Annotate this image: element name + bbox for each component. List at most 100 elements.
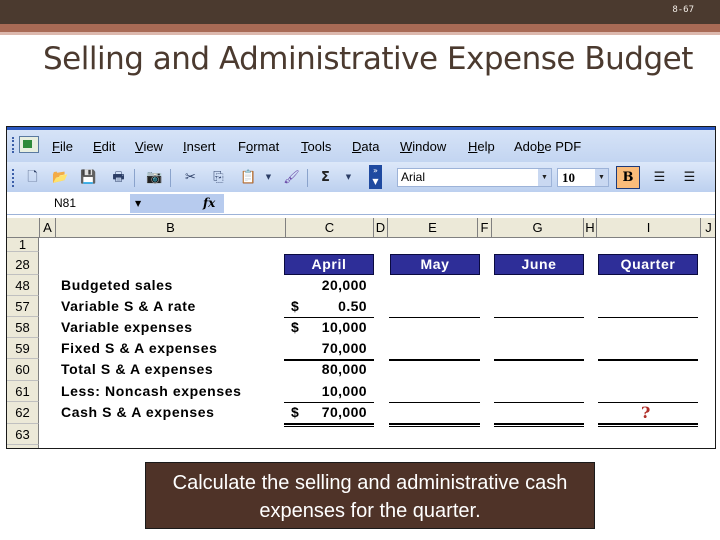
- autosum-icon[interactable]: Σ: [317, 169, 334, 186]
- line-item-label[interactable]: Total S & A expenses: [61, 361, 213, 377]
- align-center-icon[interactable]: ☰: [681, 169, 698, 186]
- underline: [494, 317, 584, 318]
- menu-file[interactable]: File: [52, 139, 73, 154]
- row-header-60[interactable]: 60: [7, 359, 39, 381]
- font-size-value: 10: [562, 170, 575, 185]
- april-value[interactable]: 70,000: [297, 340, 367, 356]
- column-header-a[interactable]: A: [40, 218, 56, 238]
- toolbar-options-chevron-icon[interactable]: » ▼: [369, 165, 382, 189]
- line-item-label[interactable]: Cash S & A expenses: [61, 404, 215, 420]
- menu-label-part: nsert: [186, 139, 216, 154]
- menu-label-part: F: [238, 139, 246, 154]
- cut-icon[interactable]: ✂: [182, 169, 199, 186]
- menu-tools[interactable]: Tools: [301, 139, 331, 154]
- line-item-label[interactable]: Budgeted sales: [61, 277, 173, 293]
- chevron-down-icon[interactable]: ▼: [595, 169, 608, 186]
- menu-bar: File Edit View Insert Format Tools Data Window H…: [7, 127, 715, 162]
- menu-window[interactable]: Window: [400, 139, 446, 154]
- menu-label-part: ools: [307, 139, 332, 154]
- fx-icon[interactable]: fx: [203, 194, 215, 213]
- header-band: [0, 0, 720, 24]
- column-header-c[interactable]: C: [286, 218, 374, 238]
- menu-adobe-pdf[interactable]: Adobe PDF: [514, 139, 581, 154]
- april-value[interactable]: 0.50: [297, 298, 367, 314]
- line-item-label[interactable]: Less: Noncash expenses: [61, 383, 242, 399]
- double-underline: [494, 423, 584, 427]
- select-all-corner[interactable]: [7, 218, 40, 238]
- menu-accelerator: D: [352, 139, 362, 154]
- chevron-down-icon[interactable]: ▼: [538, 169, 551, 186]
- font-size-select[interactable]: 10 ▼: [557, 168, 609, 187]
- format-painter-icon[interactable]: 🖌: [283, 169, 300, 186]
- row-header-1[interactable]: 1: [7, 238, 39, 252]
- font-name-value: Arial: [401, 170, 426, 184]
- row-header-48[interactable]: 48: [7, 275, 39, 296]
- menu-data[interactable]: Data: [352, 139, 379, 154]
- underline: [598, 317, 698, 318]
- april-value[interactable]: 70,000: [297, 404, 367, 420]
- april-value[interactable]: 10,000: [297, 319, 367, 335]
- month-header-may: May: [390, 254, 480, 275]
- menu-edit[interactable]: Edit: [93, 139, 115, 154]
- underline: [494, 402, 584, 403]
- camera-icon[interactable]: 📷: [146, 169, 163, 186]
- column-header-h[interactable]: H: [584, 218, 597, 238]
- name-box[interactable]: N81: [10, 194, 130, 213]
- line-item-label[interactable]: Fixed S & A expenses: [61, 340, 217, 356]
- line-item-label[interactable]: Variable expenses: [61, 319, 193, 335]
- excel-window: File Edit View Insert Format Tools Data Window H…: [6, 126, 716, 449]
- menu-format[interactable]: Format: [238, 139, 279, 154]
- column-header-f[interactable]: F: [478, 218, 492, 238]
- print-icon[interactable]: 🖶: [110, 169, 127, 186]
- row-header-59[interactable]: 59: [7, 338, 39, 359]
- paste-dropdown-icon[interactable]: ▼: [260, 169, 277, 186]
- paste-icon[interactable]: 📋: [240, 169, 257, 186]
- slide-number: 8-67: [672, 5, 694, 15]
- menu-label-part: Ado: [514, 139, 538, 154]
- menu-view[interactable]: View: [135, 139, 163, 154]
- column-header-b[interactable]: B: [56, 218, 286, 238]
- row-header-62[interactable]: 62: [7, 402, 39, 424]
- column-header-g[interactable]: G: [492, 218, 584, 238]
- april-value[interactable]: 20,000: [297, 277, 367, 293]
- font-name-select[interactable]: Arial ▼: [397, 168, 552, 187]
- copy-icon[interactable]: ⎘: [210, 169, 227, 186]
- excel-app-icon[interactable]: [19, 136, 39, 153]
- row-header-28[interactable]: 28: [7, 254, 39, 275]
- accent-band: [0, 24, 720, 32]
- menu-insert[interactable]: Insert: [183, 139, 216, 154]
- save-icon[interactable]: 💾: [80, 169, 97, 186]
- double-underline: [389, 423, 480, 427]
- column-header-j[interactable]: J: [701, 218, 715, 238]
- underline: [389, 359, 480, 361]
- bold-button[interactable]: B: [616, 166, 640, 189]
- double-underline: [598, 423, 698, 427]
- month-header-april: April: [284, 254, 374, 275]
- toolbar-grip[interactable]: [12, 169, 15, 187]
- underline: [494, 359, 584, 361]
- line-item-label[interactable]: Variable S & A rate: [61, 298, 196, 314]
- column-header-e[interactable]: E: [388, 218, 478, 238]
- align-left-icon[interactable]: ☰: [651, 169, 668, 186]
- accent-band-light: [0, 32, 720, 35]
- open-folder-icon[interactable]: 📂: [52, 169, 69, 186]
- standard-toolbar: 🗋 📂 💾 🖶 📷 ✂ ⎘ 📋 ▼ 🖌 Σ ▼ » ▼ Arial ▼ 10 ▼ …: [7, 162, 715, 192]
- menu-label-part: dit: [101, 139, 116, 154]
- april-value[interactable]: 10,000: [297, 383, 367, 399]
- april-value[interactable]: 80,000: [297, 361, 367, 377]
- menu-help[interactable]: Help: [468, 139, 495, 154]
- underline: [389, 317, 480, 318]
- underline: [284, 402, 374, 403]
- row-header-61[interactable]: 61: [7, 381, 39, 402]
- row-header-57[interactable]: 57: [7, 296, 39, 317]
- menu-accelerator: F: [52, 139, 60, 154]
- toolbar-separator: [170, 169, 171, 187]
- column-header-i[interactable]: I: [597, 218, 701, 238]
- column-header-d[interactable]: D: [374, 218, 388, 238]
- month-header-quarter: Quarter: [598, 254, 698, 275]
- row-header-58[interactable]: 58: [7, 317, 39, 338]
- menubar-grip[interactable]: [12, 137, 15, 153]
- new-document-icon[interactable]: 🗋: [24, 169, 41, 186]
- row-header-63[interactable]: 63: [7, 424, 39, 445]
- autosum-dropdown-icon[interactable]: ▼: [340, 169, 357, 186]
